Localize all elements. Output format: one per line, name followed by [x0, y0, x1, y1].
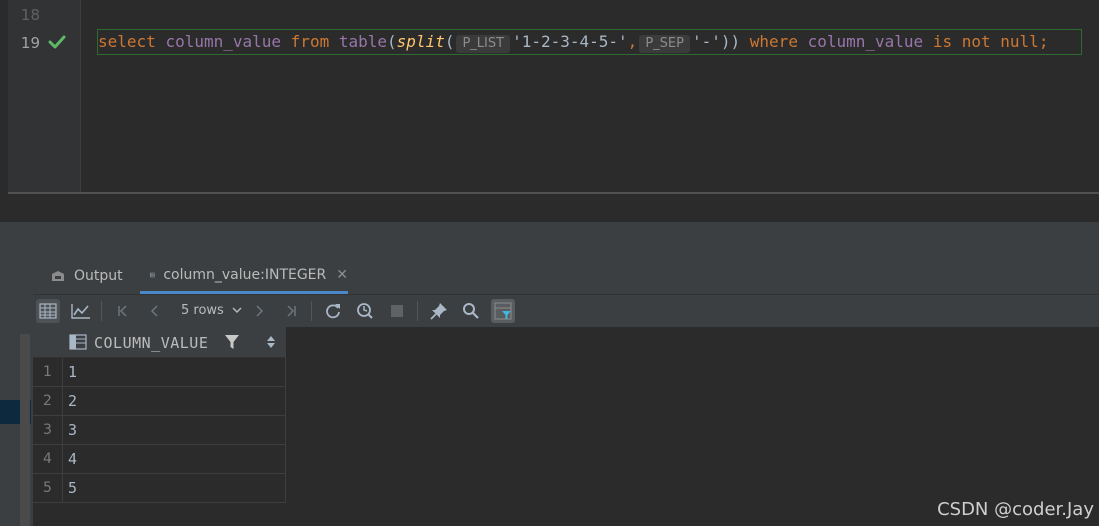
string-literal-list: '1-2-3-4-5-': [512, 32, 628, 51]
kw-null: null: [1000, 32, 1039, 51]
kw-is: is: [932, 32, 953, 51]
search-icon: [463, 303, 479, 319]
identifier-column-value: column_value: [165, 32, 282, 51]
filter-table-icon: [494, 302, 512, 320]
last-page-icon: [287, 305, 296, 317]
table-row[interactable]: 1 1: [33, 358, 286, 387]
toolbar-separator: [417, 301, 418, 321]
paren-close: )): [720, 32, 741, 51]
filter-view-button[interactable]: [491, 299, 515, 323]
function-split: split: [396, 32, 445, 51]
cell-value[interactable]: 4: [68, 445, 77, 473]
identifier-column-value-2: column_value: [807, 32, 924, 51]
row-number: 1: [33, 358, 63, 386]
table-row[interactable]: 3 3: [33, 416, 286, 445]
cell-value[interactable]: 3: [68, 416, 77, 444]
query-history-button[interactable]: [353, 299, 377, 323]
first-page-button[interactable]: [111, 299, 135, 323]
result-grid[interactable]: COLUMN_VALUE 1 1 2 2 3 3 4 4 5 5: [33, 327, 1099, 526]
semicolon: ;: [1038, 32, 1049, 51]
last-page-button[interactable]: [279, 299, 303, 323]
first-page-icon: [118, 305, 127, 317]
param-hint-p-sep: P_SEP: [639, 35, 690, 53]
row-number: 5: [33, 474, 63, 502]
stop-icon: [391, 305, 403, 317]
next-page-button[interactable]: [247, 299, 271, 323]
clock-search-icon: [357, 303, 373, 319]
output-console-icon: [52, 271, 64, 281]
kw-where: where: [749, 32, 798, 51]
comma: ,: [627, 32, 638, 51]
kw-select: select: [98, 32, 156, 51]
column-header-column-value[interactable]: COLUMN_VALUE: [94, 334, 208, 352]
toolbar-separator: [101, 301, 102, 321]
editor-gutter: 18 19: [8, 0, 81, 192]
editor-empty-area: [8, 194, 1099, 222]
sidebar-scrollbar[interactable]: [20, 334, 30, 526]
pin-icon: [430, 303, 447, 320]
line-number: 18: [20, 6, 40, 24]
string-literal-sep: '-': [691, 32, 721, 51]
tab-output[interactable]: Output: [50, 258, 134, 294]
paren-open: (: [387, 32, 397, 51]
toolbar-separator: [311, 301, 312, 321]
table-row[interactable]: 2 2: [33, 387, 286, 416]
refresh-icon: [326, 304, 340, 319]
result-toolbar: 5 rows: [33, 295, 1099, 327]
row-number: 4: [33, 445, 63, 473]
rows-count-label: 5 rows: [181, 303, 224, 318]
grid-header: COLUMN_VALUE: [33, 327, 286, 358]
close-tab-icon[interactable]: ✕: [336, 267, 348, 283]
tab-result-column-value[interactable]: column_value:INTEGER ✕: [140, 258, 348, 294]
watermark: CSDN @coder.Jay: [937, 499, 1094, 520]
cell-value[interactable]: 5: [68, 474, 77, 502]
row-number: 3: [33, 416, 63, 444]
line-number-current: 19: [20, 34, 40, 52]
table-view-icon: [39, 303, 57, 319]
cell-value[interactable]: 2: [68, 387, 77, 415]
chevron-right-icon: [256, 305, 264, 317]
execution-success-check-icon: [48, 35, 66, 49]
chart-view-button[interactable]: [69, 299, 93, 323]
table-row[interactable]: 4 4: [33, 445, 286, 474]
kw-from: from: [290, 32, 330, 51]
table-grid-icon: [150, 272, 156, 277]
table-view-button[interactable]: [36, 299, 60, 323]
row-number: 2: [33, 387, 63, 415]
cell-value[interactable]: 1: [68, 358, 77, 386]
column-key-icon: [69, 334, 87, 350]
grid-column-border: [285, 357, 286, 502]
tab-output-label: Output: [74, 268, 123, 284]
search-button[interactable]: [459, 299, 483, 323]
page-size-dropdown[interactable]: 5 rows: [181, 303, 242, 318]
pin-tab-button[interactable]: [427, 299, 451, 323]
kw-not: not: [961, 32, 991, 51]
line-chart-icon: [71, 304, 90, 319]
chevron-left-icon: [150, 305, 158, 317]
code-line-19[interactable]: select column_value from table(split(P_L…: [98, 31, 1048, 53]
table-row[interactable]: 5 5: [33, 474, 286, 503]
services-tab-bar: Output column_value:INTEGER ✕: [0, 258, 1099, 295]
sql-editor[interactable]: 18 19 select column_value from table(spl…: [0, 0, 1099, 222]
pane-splitter[interactable]: [0, 222, 1099, 258]
refresh-button[interactable]: [321, 299, 345, 323]
chevron-down-icon: [232, 307, 242, 313]
sort-icon[interactable]: [267, 336, 275, 348]
filter-icon[interactable]: [224, 334, 240, 350]
param-hint-p-list: P_LIST: [456, 35, 511, 53]
tab-result-label: column_value:INTEGER: [163, 266, 327, 283]
paren-open-2: (: [444, 32, 455, 51]
previous-page-button[interactable]: [143, 299, 167, 323]
stop-button[interactable]: [385, 299, 409, 323]
kw-table: table: [338, 32, 388, 51]
